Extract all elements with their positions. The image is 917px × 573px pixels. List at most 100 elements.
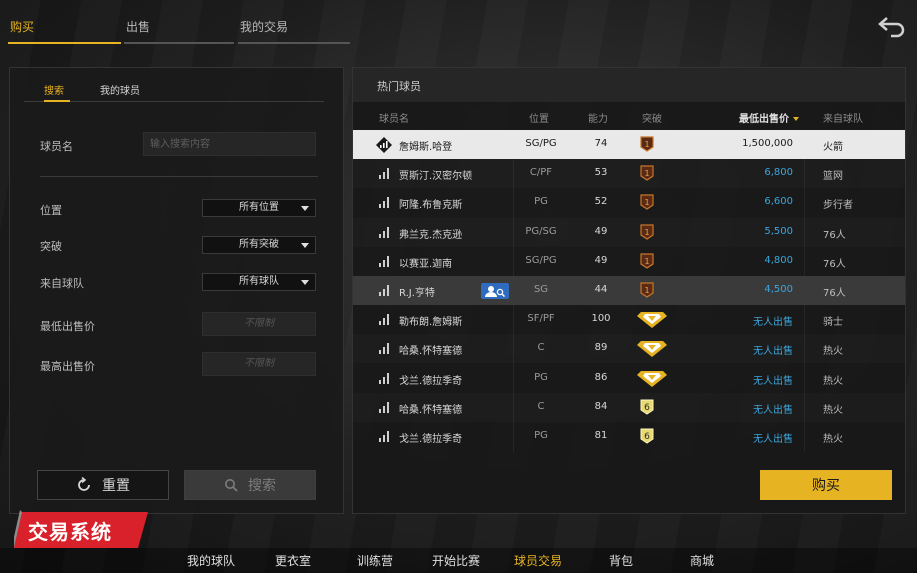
caret-down-icon: [301, 243, 309, 248]
breakthrough-badge-icon: 6: [640, 428, 654, 444]
table-row[interactable]: 戈兰.德拉季奇 PG 86 无人出售 热火: [353, 364, 905, 393]
tab-sell[interactable]: 出售: [124, 18, 234, 44]
badge-level: 1: [644, 228, 649, 237]
bottom-nav: 我的球队 更衣室 训练营 开始比赛 球员交易 背包 商城: [0, 548, 917, 573]
nav-start-game[interactable]: 开始比赛: [432, 552, 480, 569]
player-position: SF/PF: [527, 313, 555, 325]
min-price-label: 最低出售价: [40, 320, 95, 333]
header-min-price-label: 最低出售价: [739, 114, 789, 125]
nav-store[interactable]: 商城: [690, 552, 714, 569]
header-position[interactable]: 位置: [529, 110, 549, 125]
header-team[interactable]: 来自球队: [823, 110, 863, 125]
top-tab-bar: 购买 出售 我的交易: [0, 0, 360, 46]
nav-backpack[interactable]: 背包: [609, 552, 633, 569]
subtab-my-players[interactable]: 我的球员: [100, 82, 140, 102]
diamond-signal-icon: [376, 137, 392, 153]
player-min-price: 无人出售: [753, 375, 793, 387]
signal-bars-icon: [379, 343, 389, 355]
table-row[interactable]: R.J.亨特 SG 44 1 4,500 76人: [353, 276, 905, 305]
header-min-price[interactable]: 最低出售价: [739, 110, 799, 125]
player-name: 詹姆斯.哈登: [399, 142, 453, 153]
player-overall: 100: [591, 313, 611, 325]
hot-players-panel: 热门球员 球员名 位置 能力 突破 最低出售价 来自球队 詹姆斯.哈登 SG/PG…: [352, 67, 906, 514]
player-name: 哈桑.怀特塞德: [399, 346, 463, 358]
min-price-input[interactable]: 不限制: [202, 312, 316, 336]
search-panel: 搜索 我的球员 球员名 位置 所有位置 突破 所有突破 来自球队 所有球队 最低…: [9, 67, 344, 514]
table-row[interactable]: 哈桑.怀特塞德 C 89 无人出售 热火: [353, 334, 905, 363]
system-title-banner: 交易系统: [14, 510, 148, 550]
breakthrough-select[interactable]: 所有突破: [202, 236, 316, 254]
player-name: 阿隆.布鲁克斯: [399, 200, 463, 212]
player-position: C/PF: [529, 167, 553, 179]
player-position: C: [537, 400, 545, 412]
player-name-input[interactable]: [143, 132, 316, 156]
panel-header: [353, 68, 905, 102]
header-name[interactable]: 球员名: [379, 110, 409, 125]
signal-bars-icon: [379, 255, 389, 267]
player-min-price: 1,500,000: [742, 138, 793, 149]
search-button-label: 搜索: [248, 478, 276, 494]
player-overall: 84: [594, 400, 608, 412]
player-team: 火箭: [823, 142, 843, 153]
signal-bars-icon: [379, 372, 389, 384]
player-position: PG: [534, 430, 548, 441]
reset-button-label: 重置: [102, 478, 130, 494]
player-team: 热火: [823, 404, 843, 416]
player-team: 热火: [823, 346, 843, 358]
tab-my-trades[interactable]: 我的交易: [238, 18, 350, 44]
badge-level: 6: [644, 403, 650, 413]
nav-player-trade[interactable]: 球员交易: [514, 552, 562, 569]
reset-button[interactable]: 重置: [37, 470, 169, 500]
back-button[interactable]: [877, 14, 907, 40]
table-row[interactable]: 戈兰.德拉季奇 PG 81 6 无人出售 热火: [353, 422, 905, 451]
table-row[interactable]: 弗兰克.杰克逊 PG/SG 49 1 5,500 76人: [353, 218, 905, 247]
player-min-price: 6,600: [764, 196, 793, 208]
position-select-value: 所有位置: [239, 202, 279, 213]
player-team: 76人: [823, 288, 846, 299]
player-team: 热火: [823, 434, 843, 445]
table-row[interactable]: 阿隆.布鲁克斯 PG 52 1 6,600 步行者: [353, 188, 905, 217]
player-position: SG/PG: [525, 138, 557, 149]
nav-my-team[interactable]: 我的球队: [187, 552, 235, 569]
max-price-input[interactable]: 不限制: [202, 352, 316, 376]
player-team: 篮网: [823, 171, 843, 183]
player-overall: 53: [594, 167, 608, 179]
team-select[interactable]: 所有球队: [202, 273, 316, 291]
table-row[interactable]: 勒布朗.詹姆斯 SF/PF 100 无人出售 骑士: [353, 305, 905, 334]
scout-button[interactable]: [481, 283, 509, 299]
player-team: 步行者: [823, 200, 853, 212]
player-position: C: [537, 342, 545, 354]
buy-button[interactable]: 购买: [760, 470, 892, 500]
player-min-price: 无人出售: [753, 434, 793, 445]
table-row[interactable]: 詹姆斯.哈登 SG/PG 74 1 1,500,000 火箭: [353, 130, 905, 159]
subtab-search[interactable]: 搜索: [44, 82, 70, 102]
table-row[interactable]: 贾斯汀.汉密尔顿 C/PF 53 1 6,800 篮网: [353, 159, 905, 188]
player-name: R.J.亨特: [399, 288, 435, 299]
header-breakthrough[interactable]: 突破: [642, 110, 662, 125]
player-name: 哈桑.怀特塞德: [399, 404, 463, 416]
badge-level: 1: [644, 286, 649, 295]
player-name-label: 球员名: [40, 140, 73, 153]
player-overall: 44: [594, 284, 608, 295]
position-select[interactable]: 所有位置: [202, 199, 316, 217]
header-overall[interactable]: 能力: [588, 110, 608, 125]
player-position: PG: [534, 196, 548, 208]
breakthrough-label: 突破: [40, 240, 62, 253]
player-overall: 74: [594, 138, 608, 149]
panel-title: 热门球员: [377, 80, 421, 93]
signal-bars-icon: [379, 197, 389, 209]
table-row[interactable]: 以赛亚.迦南 SG/PG 49 1 4,800 76人: [353, 247, 905, 276]
search-sub-tabs: 搜索 我的球员: [24, 76, 324, 102]
player-name: 弗兰克.杰克逊: [399, 229, 463, 241]
table-row[interactable]: 哈桑.怀特塞德 C 84 6 无人出售 热火: [353, 393, 905, 422]
badge-level: 1: [644, 140, 649, 149]
tab-buy[interactable]: 购买: [8, 18, 121, 44]
nav-locker-room[interactable]: 更衣室: [275, 552, 311, 569]
caret-down-icon: [301, 280, 309, 285]
breakthrough-badge-icon: 1: [640, 223, 654, 240]
refresh-icon: [78, 477, 90, 491]
search-button[interactable]: 搜索: [184, 470, 316, 500]
nav-training-camp[interactable]: 训练营: [357, 552, 393, 569]
player-name: 勒布朗.詹姆斯: [399, 317, 463, 329]
player-name: 以赛亚.迦南: [399, 258, 453, 270]
